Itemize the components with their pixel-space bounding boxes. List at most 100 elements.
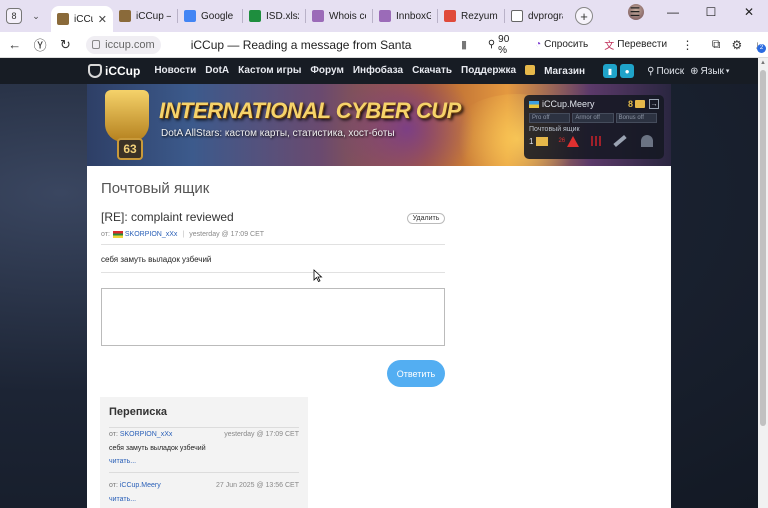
delete-button[interactable]: Удалить <box>407 213 445 224</box>
tab-list-chevron-icon[interactable]: ⌄ <box>27 7 45 25</box>
zoom-button[interactable]: ⚲ 90 % <box>482 33 525 56</box>
search-icon[interactable]: ⚲ <box>647 66 654 77</box>
close-window-icon[interactable]: ✕ <box>730 5 768 19</box>
read-more-link[interactable]: читать... <box>109 496 299 503</box>
tab-title: Rezyume <box>461 10 498 22</box>
meta-divider: | <box>182 231 185 238</box>
tab-title: dvprogra <box>528 10 563 22</box>
user-icon[interactable]: ● <box>620 64 635 78</box>
level-badge: 63 <box>117 138 143 160</box>
nav-download[interactable]: Скачать <box>412 65 452 77</box>
browser-menu-icon[interactable]: ☰ <box>616 5 654 19</box>
lock-icon <box>92 40 101 49</box>
tab-iccup-active[interactable]: iCCup ✕ <box>51 6 113 32</box>
tab-isd-xlsx[interactable]: ISD.xlsx <box>243 3 305 29</box>
item-date: yesterday @ 17:09 CET <box>224 431 299 438</box>
tab-title: iCCup — <box>136 10 171 22</box>
yandex-logo-icon[interactable]: Ⓨ <box>27 35 52 54</box>
tower-icon[interactable] <box>641 135 654 147</box>
author-link[interactable]: SKORPION_xXx <box>125 231 178 238</box>
ask-button[interactable]: ◔ Спросить <box>529 36 594 54</box>
message-meta: от: SKORPION_xXx | yesterday @ 17:09 CET <box>101 231 264 238</box>
logout-icon[interactable]: → <box>649 99 659 109</box>
iccup-shield-icon <box>88 64 102 78</box>
list-item: от: iCCup.Meery 27 Jun 2025 @ 13:56 CET … <box>109 482 299 503</box>
item-author-link[interactable]: iCCup.Meery <box>120 482 161 489</box>
extensions-icon[interactable]: ⚙ <box>727 38 748 52</box>
divider <box>101 244 445 245</box>
mailbox-link[interactable]: Почтовый ящик <box>529 126 659 133</box>
warning-icon[interactable] <box>567 135 580 147</box>
iccup-favicon-icon <box>57 13 69 25</box>
nav-infobase[interactable]: Инфобаза <box>353 65 403 77</box>
alert-count: 26 <box>558 138 566 144</box>
search-link[interactable]: Поиск <box>656 66 684 77</box>
armor-status-field[interactable]: Armor off <box>572 113 614 123</box>
reload-icon[interactable]: ↻ <box>53 37 78 53</box>
tab-title: Google I <box>201 10 236 22</box>
main-nav: Новости DotA Кастом игры Форум Инфобаза … <box>154 65 603 77</box>
banner-title: INTERNATIONAL CYBER CUP <box>159 98 461 123</box>
reply-button[interactable]: Ответить <box>387 360 445 387</box>
page-heading: Почтовый ящик <box>101 180 210 197</box>
globe-icon: ⊕ <box>690 65 699 77</box>
banner-subtitle: DotA AllStars: кастом карты, статистика,… <box>161 128 395 139</box>
from-prefix: от: <box>101 231 110 238</box>
site-logo[interactable]: iCCup <box>88 64 140 78</box>
page-scrollbar[interactable]: ▲ <box>758 58 768 508</box>
innbox-favicon-icon <box>379 10 391 22</box>
nav-support[interactable]: Поддержка <box>461 65 516 77</box>
conversation-panel: Переписка от: SKORPION_xXx yesterday @ 1… <box>100 397 308 508</box>
wrench-icon[interactable] <box>613 134 627 148</box>
mouse-cursor-icon <box>313 269 323 283</box>
stats-icon[interactable] <box>591 136 602 146</box>
pro-status-field[interactable]: Pro off <box>529 113 571 123</box>
tab-google[interactable]: Google I <box>178 3 242 29</box>
back-arrow-icon[interactable]: ← <box>2 37 27 52</box>
scroll-up-icon[interactable]: ▲ <box>760 60 766 66</box>
bookmark-icon[interactable]: ▮ <box>454 38 474 51</box>
nav-dota[interactable]: DotA <box>205 65 229 77</box>
zoom-icon: ⚲ <box>487 39 496 50</box>
nav-custom-games[interactable]: Кастом игры <box>238 65 301 77</box>
twitch-icon[interactable]: ▮ <box>603 64 618 78</box>
bonus-status-field[interactable]: Bonus off <box>615 113 657 123</box>
tab-dvprogra[interactable]: dvprogra <box>505 3 569 29</box>
translate-label: Перевести <box>617 39 668 50</box>
minimize-icon[interactable]: — <box>654 5 692 19</box>
shop-icon <box>525 65 536 75</box>
nav-news[interactable]: Новости <box>154 65 196 77</box>
scrollbar-thumb[interactable] <box>760 70 766 426</box>
item-author-link[interactable]: SKORPION_xXx <box>120 431 173 438</box>
collections-icon[interactable]: ⧉ <box>706 37 727 52</box>
user-name-link[interactable]: iCCup.Meery <box>542 99 628 109</box>
tab-iccup-2[interactable]: iCCup — <box>113 3 177 29</box>
page-title-text: iCCup — Reading a message from Santa <box>190 37 412 52</box>
alice-icon: ◔ <box>535 39 542 50</box>
read-more-link[interactable]: читать... <box>109 458 299 465</box>
translate-button[interactable]: 文 Перевести <box>598 36 673 54</box>
tab-counter[interactable]: 8 <box>6 8 22 24</box>
tab-title: ISD.xlsx <box>266 10 299 22</box>
logo-text: iCCup <box>105 64 141 78</box>
nav-forum[interactable]: Форум <box>310 65 343 77</box>
envelope-icon[interactable] <box>536 136 549 146</box>
zoom-value: 90 % <box>498 33 510 56</box>
language-select[interactable]: Язык <box>701 66 724 77</box>
tab-rezyume[interactable]: Rezyume <box>438 3 504 29</box>
downloads-icon[interactable]: ↓2 <box>747 38 768 53</box>
address-bar: ← Ⓨ ↻ iccup.com iCCup — Reading a messag… <box>0 32 768 58</box>
tab-innbox[interactable]: InnboxG <box>373 3 437 29</box>
new-tab-button[interactable]: + <box>575 7 593 25</box>
close-tab-icon[interactable]: ✕ <box>98 13 107 26</box>
reply-textarea[interactable] <box>101 288 445 346</box>
nav-shop[interactable]: Магазин <box>525 65 594 77</box>
maximize-icon[interactable]: ☐ <box>692 5 730 19</box>
divider <box>109 472 299 473</box>
tab-whois[interactable]: Whois ce <box>306 3 372 29</box>
url-text: iccup.com <box>105 38 155 51</box>
more-vertical-icon[interactable]: ⋮ <box>677 38 698 52</box>
trophy-icon <box>105 90 149 142</box>
item-date: 27 Jun 2025 @ 13:56 CET <box>216 482 299 489</box>
url-field[interactable]: iccup.com <box>86 35 161 54</box>
